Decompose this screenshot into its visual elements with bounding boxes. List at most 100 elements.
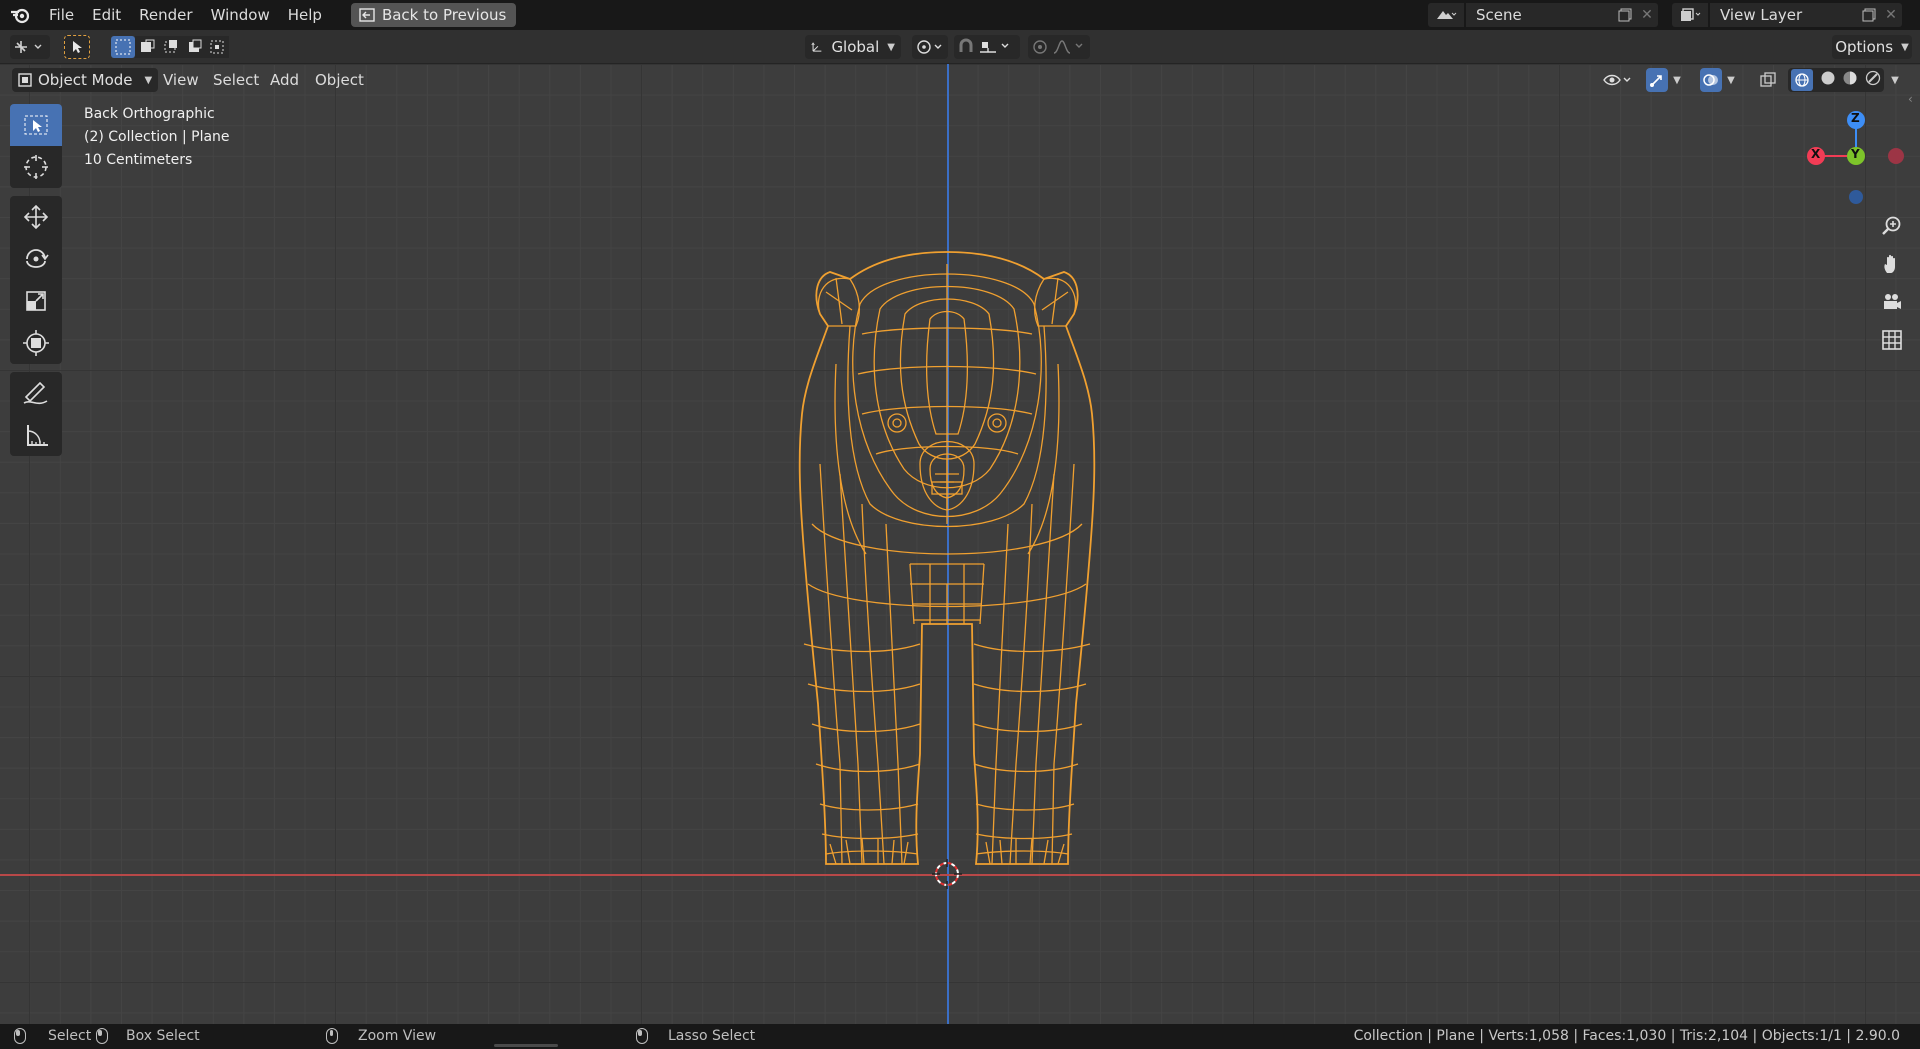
annotate-tool[interactable] bbox=[10, 372, 62, 414]
transform-tool[interactable] bbox=[10, 322, 62, 364]
gizmo-x-label: X bbox=[1811, 147, 1821, 161]
chevron-down-icon: ▼ bbox=[144, 74, 153, 86]
orientation-label: Global bbox=[831, 38, 880, 56]
menu-view[interactable]: View bbox=[155, 68, 207, 92]
back-to-previous-button[interactable]: Back to Previous bbox=[350, 3, 517, 27]
status-box-select: Box Select bbox=[96, 1028, 200, 1044]
solid-shading-icon[interactable] bbox=[1820, 70, 1836, 90]
view-layer-icon[interactable] bbox=[1672, 3, 1708, 27]
status-select: Select bbox=[14, 1028, 91, 1044]
options-label: Options bbox=[1835, 38, 1894, 56]
3d-cursor-icon[interactable] bbox=[932, 859, 962, 889]
shading-dropdown[interactable]: ▼ bbox=[1886, 68, 1904, 92]
measure-tool[interactable] bbox=[10, 414, 62, 456]
shading-mode-group[interactable] bbox=[1788, 68, 1884, 92]
new-scene-icon[interactable] bbox=[1614, 3, 1636, 27]
pivot-icon bbox=[917, 40, 942, 54]
menu-select[interactable]: Select bbox=[205, 68, 267, 92]
camera-icon bbox=[1884, 294, 1901, 309]
gizmo-dropdown[interactable]: ▼ bbox=[1668, 68, 1686, 92]
rotate-icon bbox=[26, 249, 49, 268]
status-bar: Select Box Select Zoom View Lasso Select… bbox=[0, 1024, 1920, 1049]
middle-mouse-icon bbox=[326, 1028, 338, 1044]
chevron-down-icon: ▼ bbox=[1891, 74, 1899, 86]
transform-icon bbox=[23, 330, 49, 356]
status-zoom-view: Zoom View bbox=[326, 1028, 436, 1044]
options-dropdown[interactable]: Options ▼ bbox=[1832, 35, 1912, 59]
collection-label: (2) Collection | Plane bbox=[84, 129, 230, 145]
toggle-ortho-button[interactable] bbox=[1876, 324, 1908, 356]
editor-type-button[interactable] bbox=[10, 35, 50, 59]
gizmo-icon bbox=[1650, 75, 1662, 87]
rotate-tool[interactable] bbox=[10, 238, 62, 280]
menu-help[interactable]: Help bbox=[279, 0, 331, 30]
tool-shelf bbox=[10, 104, 62, 456]
pan-view-button[interactable] bbox=[1876, 248, 1908, 280]
status-lasso-select-label: Lasso Select bbox=[668, 1028, 756, 1044]
back-icon bbox=[359, 8, 375, 22]
status-zoom-view-label: Zoom View bbox=[358, 1028, 437, 1044]
eye-icon bbox=[1603, 74, 1631, 86]
cursor-tool[interactable] bbox=[10, 146, 62, 188]
view-name-label: Back Orthographic bbox=[84, 106, 215, 122]
material-shading-icon[interactable] bbox=[1842, 70, 1858, 90]
3d-viewport[interactable]: Object Mode ▼ View Select Add Object ▼ ▼… bbox=[0, 64, 1920, 1024]
scene-statistics: Collection | Plane | Verts:1,058 | Faces… bbox=[1353, 1028, 1900, 1044]
proportional-editing-icon bbox=[1033, 40, 1083, 54]
camera-view-button[interactable] bbox=[1876, 286, 1908, 318]
status-box-select-label: Box Select bbox=[126, 1028, 200, 1044]
active-tool-icon[interactable] bbox=[64, 35, 90, 59]
visibility-dropdown[interactable] bbox=[1600, 68, 1636, 92]
zoom-view-button[interactable] bbox=[1876, 210, 1908, 242]
snap-group[interactable] bbox=[954, 35, 1020, 59]
wireframe-shading-icon[interactable] bbox=[1791, 69, 1814, 91]
menu-file[interactable]: File bbox=[40, 0, 83, 30]
cursor-icon bbox=[24, 155, 48, 179]
menu-edit[interactable]: Edit bbox=[83, 0, 130, 30]
overlays-toggle-button[interactable] bbox=[1700, 68, 1722, 92]
selection-mode-group bbox=[110, 35, 230, 59]
gizmo-toggle-button[interactable] bbox=[1646, 68, 1668, 92]
tool-settings-header: Global ▼ Options ▼ bbox=[0, 30, 1920, 64]
hand-icon bbox=[1884, 254, 1895, 273]
measure-icon bbox=[27, 425, 48, 446]
view-layer-selector[interactable]: View Layer ✕ bbox=[1672, 2, 1902, 28]
overlays-dropdown[interactable]: ▼ bbox=[1722, 68, 1740, 92]
grid-scale-label: 10 Centimeters bbox=[84, 152, 193, 168]
top-menu-bar: File Edit Render Window Help Back to Pre… bbox=[0, 0, 1920, 30]
menu-render[interactable]: Render bbox=[130, 0, 201, 30]
gizmo-z-label: Z bbox=[1851, 111, 1860, 125]
grid-icon bbox=[1882, 330, 1902, 350]
object-mode-icon bbox=[18, 73, 32, 87]
view-layer-name-field[interactable]: View Layer bbox=[1710, 3, 1858, 27]
chevron-down-icon: ▼ bbox=[1727, 74, 1735, 86]
scale-tool[interactable] bbox=[10, 280, 62, 322]
bear-wireframe-mesh[interactable] bbox=[0, 64, 1920, 1024]
xray-toggle-button[interactable] bbox=[1756, 68, 1780, 92]
move-tool[interactable] bbox=[10, 196, 62, 238]
menu-add[interactable]: Add bbox=[262, 68, 307, 92]
scene-icon[interactable] bbox=[1428, 3, 1464, 27]
sidebar-toggle-icon[interactable]: ‹ bbox=[1908, 92, 1913, 106]
select-box-tool[interactable] bbox=[10, 104, 62, 146]
scene-name-field[interactable]: Scene bbox=[1466, 3, 1614, 27]
remove-view-layer-icon[interactable]: ✕ bbox=[1880, 3, 1902, 27]
menu-object[interactable]: Object bbox=[307, 68, 372, 92]
menu-window[interactable]: Window bbox=[202, 0, 279, 30]
remove-scene-icon[interactable]: ✕ bbox=[1636, 3, 1658, 27]
object-mode-dropdown[interactable]: Object Mode ▼ bbox=[12, 68, 159, 92]
rendered-shading-icon[interactable] bbox=[1865, 70, 1881, 90]
xray-icon bbox=[1760, 72, 1776, 87]
overlays-icon bbox=[1703, 74, 1718, 86]
scene-selector[interactable]: Scene ✕ bbox=[1428, 2, 1658, 28]
editor-type-icon bbox=[15, 41, 42, 53]
new-view-layer-icon[interactable] bbox=[1858, 3, 1880, 27]
proportional-editing-group[interactable] bbox=[1028, 35, 1090, 59]
pivot-point-dropdown[interactable] bbox=[912, 35, 948, 59]
transform-orientation-dropdown[interactable]: Global ▼ bbox=[805, 35, 901, 59]
blender-logo-icon[interactable] bbox=[0, 0, 40, 30]
status-lasso-select: Lasso Select bbox=[636, 1028, 755, 1044]
annotate-icon bbox=[23, 381, 48, 405]
navigation-gizmo[interactable]: Z X Y bbox=[1800, 100, 1910, 210]
orientation-icon bbox=[811, 42, 822, 52]
